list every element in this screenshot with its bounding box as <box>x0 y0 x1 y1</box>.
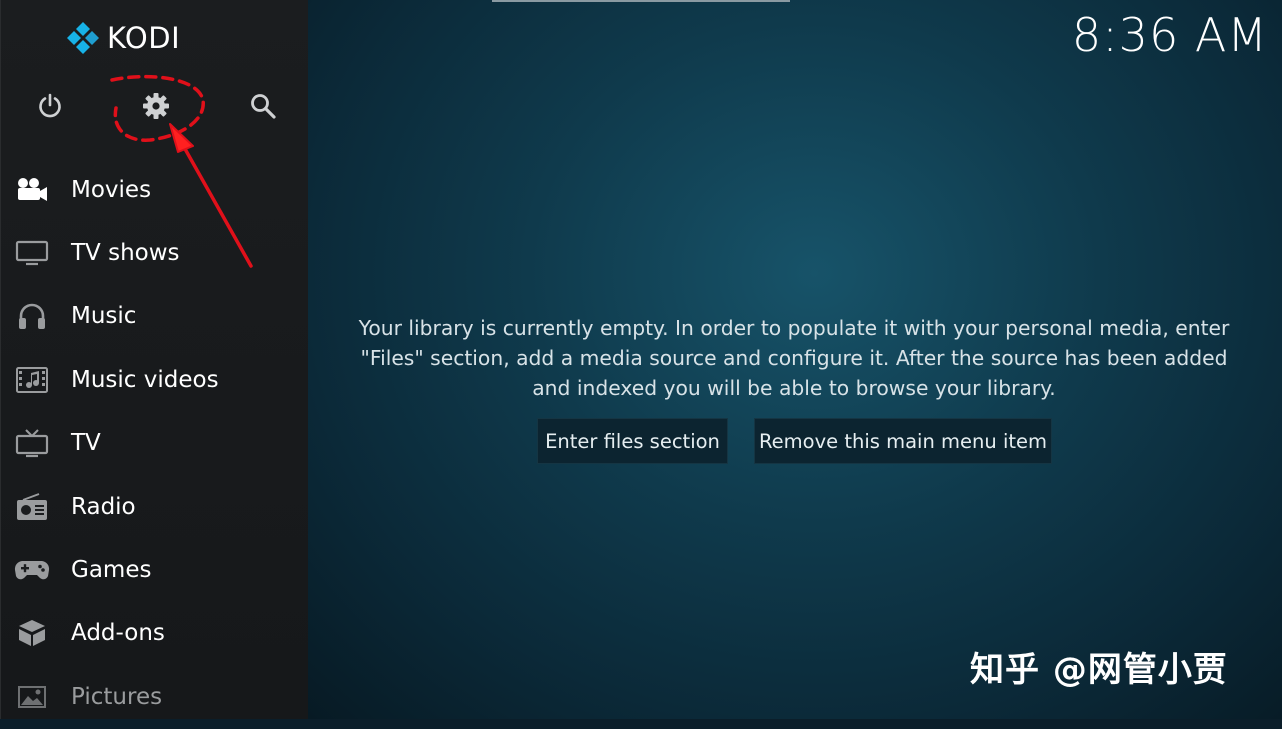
nav-label: Music <box>71 303 137 330</box>
message-line: Your library is currently empty. In orde… <box>358 316 1230 340</box>
nav-item-games[interactable]: Games <box>1 538 309 601</box>
settings-button[interactable] <box>136 86 176 126</box>
top-indicator <box>492 0 790 2</box>
search-button[interactable] <box>243 86 283 126</box>
app-name: KODI <box>107 21 181 55</box>
addons-box-icon <box>13 616 51 650</box>
kodi-logo[interactable]: KODI <box>65 20 180 56</box>
kodi-logo-icon <box>67 22 99 54</box>
monitor-icon <box>13 236 51 270</box>
message-line: and indexed you will be able to browse y… <box>532 376 1056 400</box>
message-line: "Files" section, add a media source and … <box>360 346 1228 370</box>
watermark: 知乎 @网管小贾 <box>970 650 1228 690</box>
nav-label: Movies <box>71 176 152 203</box>
nav-label: Pictures <box>71 683 163 710</box>
nav-item-pictures[interactable]: Pictures <box>1 665 309 728</box>
nav-label: TV shows <box>71 240 180 267</box>
movie-camera-icon <box>13 173 51 207</box>
clock: 8:36 AM <box>1071 8 1268 62</box>
gear-icon <box>143 93 169 119</box>
nav-item-music-videos[interactable]: Music videos <box>1 348 309 411</box>
nav-item-movies[interactable]: Movies <box>1 158 309 221</box>
nav-label: Games <box>71 557 152 584</box>
enter-files-section-button[interactable]: Enter files section <box>537 418 728 464</box>
main-menu: Movies TV shows Music Music videos TV Ra… <box>1 158 309 729</box>
pictures-icon <box>13 680 51 714</box>
remove-menu-item-button[interactable]: Remove this main menu item <box>754 418 1052 464</box>
search-icon <box>251 94 276 119</box>
music-video-icon <box>13 363 51 397</box>
nav-item-tv[interactable]: TV <box>1 412 309 475</box>
power-button[interactable] <box>30 86 70 126</box>
nav-item-radio[interactable]: Radio <box>1 475 309 538</box>
power-icon <box>39 93 61 118</box>
nav-item-music[interactable]: Music <box>1 285 309 348</box>
tv-icon <box>13 426 51 460</box>
gamepad-icon <box>13 553 51 587</box>
nav-label: TV <box>71 430 101 457</box>
empty-library-message: Your library is currently empty. In orde… <box>338 313 1250 403</box>
headphones-icon <box>13 299 51 333</box>
nav-label: Radio <box>71 493 136 520</box>
nav-item-add-ons[interactable]: Add-ons <box>1 602 309 665</box>
radio-icon <box>13 490 51 524</box>
nav-item-tv-shows[interactable]: TV shows <box>1 221 309 284</box>
sidebar: KODI Movies TV shows Music Music videos … <box>0 0 309 719</box>
nav-label: Music videos <box>71 366 219 393</box>
nav-label: Add-ons <box>71 620 165 647</box>
